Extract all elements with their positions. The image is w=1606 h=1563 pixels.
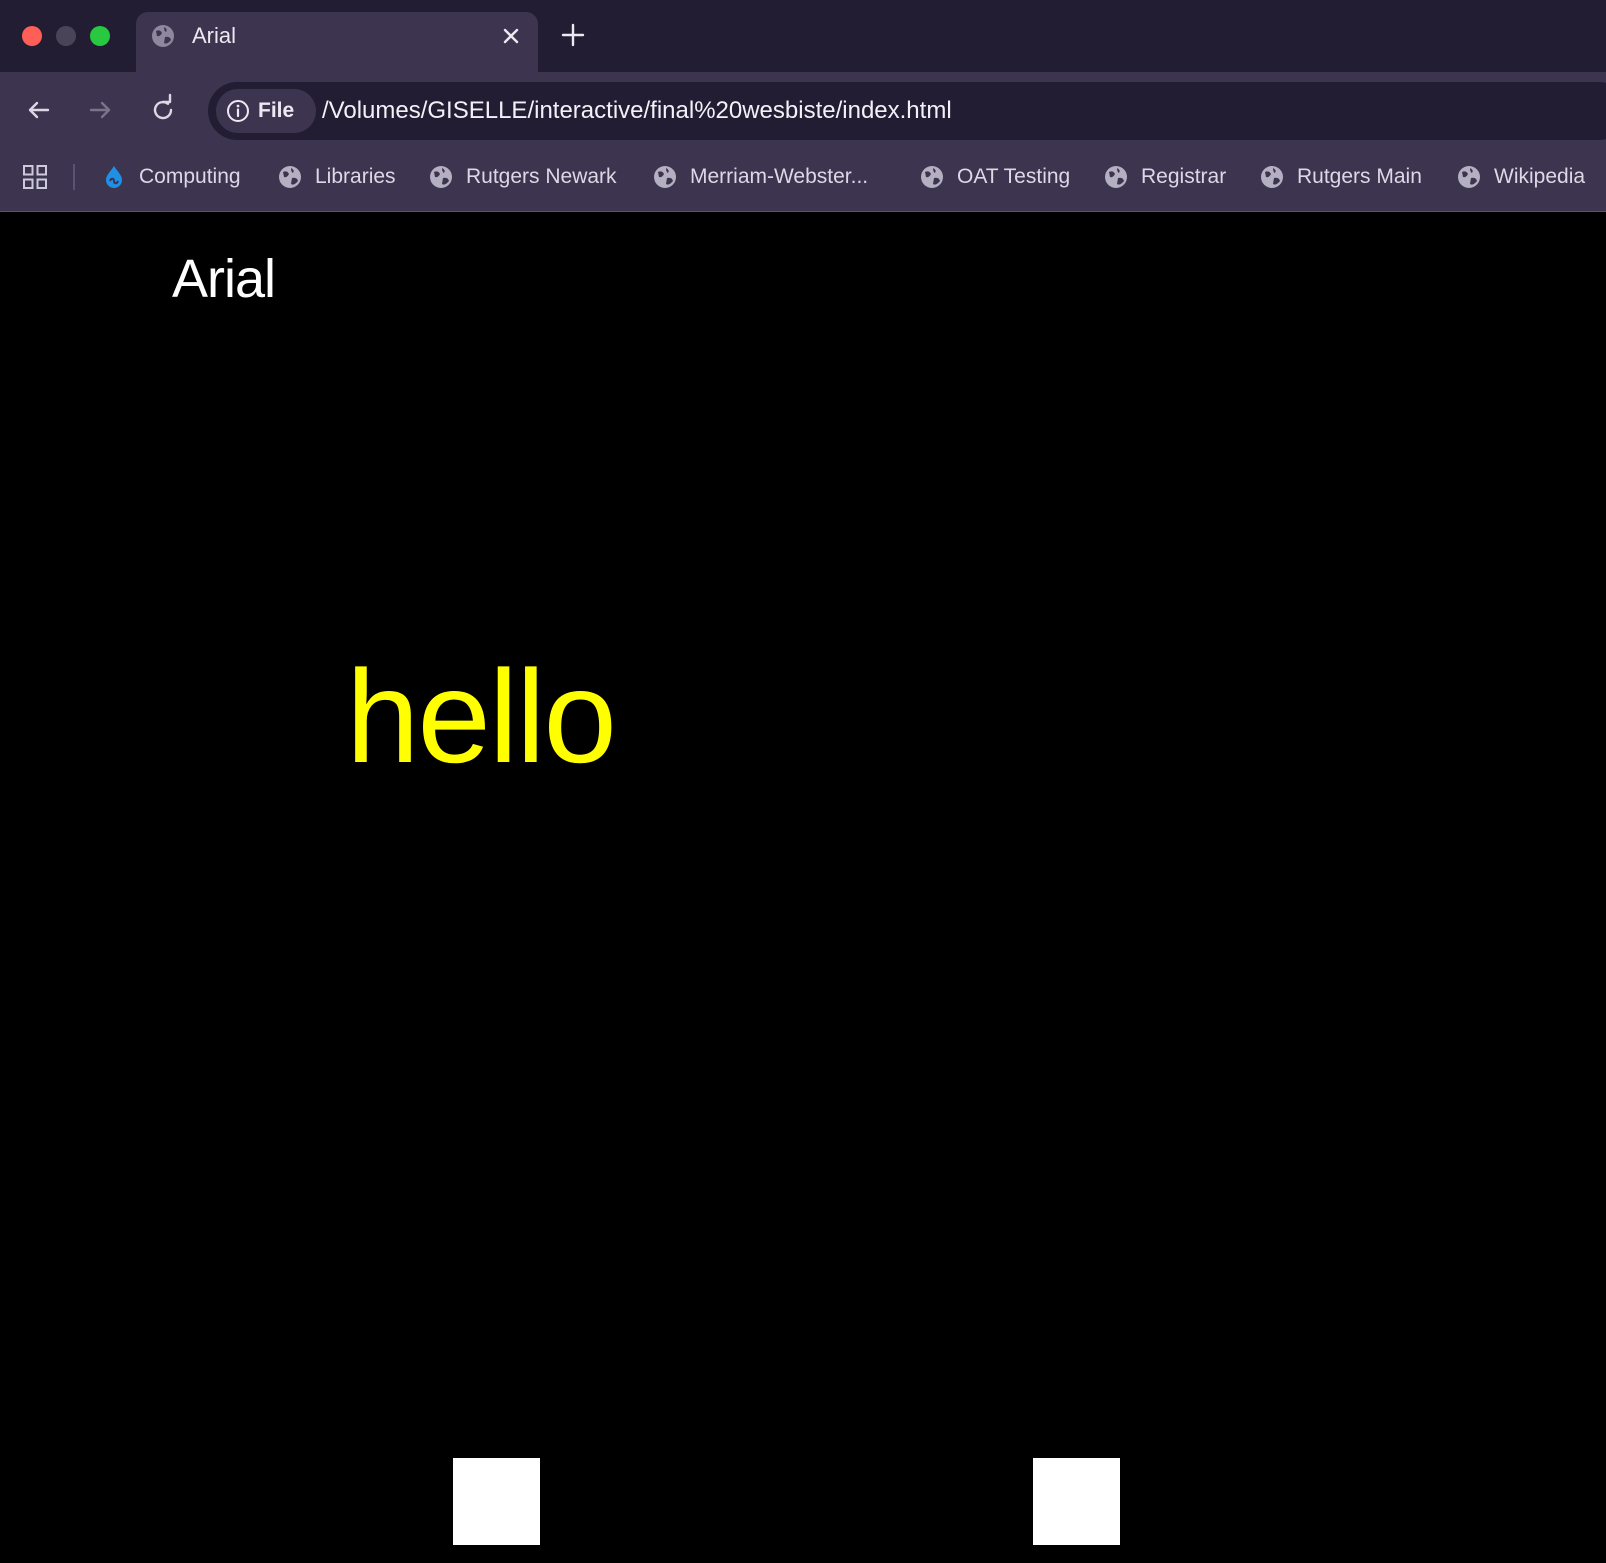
- page-title: Arial: [172, 249, 276, 309]
- white-square-right: [1033, 1458, 1120, 1545]
- drupal-drop-icon: [106, 166, 122, 188]
- hello-text: hello: [346, 643, 617, 790]
- globe-icon: [1261, 166, 1283, 188]
- info-icon: [227, 100, 249, 122]
- address-bar[interactable]: File /Volumes/GISELLE/interactive/final%…: [208, 82, 1606, 140]
- bookmark-label: Registrar: [1141, 165, 1227, 188]
- browser-window: Arial File /Volumes/GISELLE/interactive/…: [0, 0, 1606, 1563]
- bookmark-label: Computing: [139, 165, 241, 188]
- minimize-window-button[interactable]: [56, 26, 76, 46]
- bookmark-label: Rutgers Newark: [466, 165, 617, 188]
- site-info-label: File: [258, 99, 295, 122]
- close-tab-icon[interactable]: [498, 23, 524, 49]
- reload-icon[interactable]: [146, 93, 180, 127]
- bookmark-label: OAT Testing: [957, 165, 1071, 188]
- bookmark-label: Libraries: [315, 165, 396, 188]
- url-text[interactable]: /Volumes/GISELLE/interactive/final%20wes…: [322, 96, 952, 126]
- globe-icon: [279, 166, 301, 188]
- forward-arrow-icon[interactable]: [83, 93, 117, 127]
- globe-icon: [1105, 166, 1127, 188]
- globe-icon: [921, 166, 943, 188]
- bookmarks-separator: [73, 164, 75, 190]
- maximize-window-button[interactable]: [90, 26, 110, 46]
- tab-title: Arial: [192, 23, 237, 48]
- globe-icon: [1458, 166, 1480, 188]
- white-square-left: [453, 1458, 540, 1545]
- bookmark-label: Wikipedia: [1494, 165, 1586, 188]
- bookmark-label: Rutgers Main: [1297, 165, 1422, 188]
- page-content: Arial hello: [0, 212, 1606, 1563]
- close-window-button[interactable]: [22, 26, 42, 46]
- back-arrow-icon[interactable]: [22, 93, 56, 127]
- new-tab-icon[interactable]: [558, 20, 588, 50]
- globe-icon: [654, 166, 676, 188]
- tab-active[interactable]: Arial: [136, 12, 538, 72]
- globe-icon: [430, 166, 452, 188]
- bookmark-label: Merriam-Webster...: [690, 165, 869, 188]
- site-info-chip[interactable]: File: [216, 89, 316, 133]
- tab-strip: Arial: [0, 0, 1606, 72]
- apps-grid-icon[interactable]: [22, 164, 48, 190]
- globe-icon: [152, 25, 174, 47]
- toolbar: File /Volumes/GISELLE/interactive/final%…: [0, 72, 1606, 212]
